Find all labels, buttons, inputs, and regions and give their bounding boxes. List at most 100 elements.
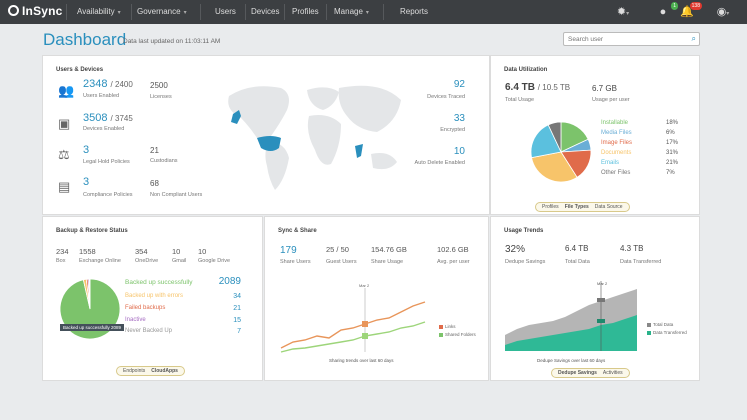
licenses-value: 2500: [150, 81, 168, 90]
tab-endpoints[interactable]: Endpoints: [120, 368, 148, 374]
backup-source-label: Exchange Online: [79, 258, 121, 264]
encrypted-label: Encrypted: [440, 127, 465, 133]
nav-users[interactable]: Users: [215, 7, 236, 16]
notifications-badge: 138: [689, 2, 702, 10]
users-icon: 👥: [58, 83, 75, 98]
nav-divider: [200, 4, 201, 20]
user-avatar-icon[interactable]: ◉▾: [716, 5, 730, 19]
nav-reports[interactable]: Reports: [400, 7, 428, 16]
alerts-icon[interactable]: ● 1: [656, 2, 678, 19]
legal-hold-value: 3: [83, 144, 90, 156]
total-usage-value: 6.4 TB / 10.5 TB: [505, 82, 571, 93]
backup-legend-value: 21: [233, 305, 241, 312]
trend-stat-label: Total Data: [565, 259, 590, 265]
sync-stat-label: Guest Users: [326, 259, 357, 265]
nav-profiles[interactable]: Profiles: [292, 7, 319, 16]
backup-source-value: 354: [135, 247, 148, 256]
settings-gear-icon[interactable]: ✹▾: [616, 5, 630, 19]
usage-per-user-value: 6.7 GB: [592, 84, 617, 93]
file-type-legend-pct: 7%: [666, 170, 675, 176]
backup-legend-label: Backed up successfully: [125, 279, 193, 286]
sync-legend-label: Shared Folders: [445, 332, 476, 337]
trend-stat-value: 4.3 TB: [620, 244, 644, 253]
backup-legend-label: Never Backed Up: [125, 328, 173, 334]
last-updated-text: Data last updated on 11:03:11 AM: [123, 38, 221, 45]
nav-devices[interactable]: Devices: [251, 7, 279, 16]
links-line: [280, 301, 426, 349]
usa-highlight: [257, 136, 281, 151]
links-marker-point: [362, 321, 368, 327]
trend-stat-value: 32%: [505, 244, 526, 255]
auto-delete-value: 10: [453, 146, 465, 157]
logo-icon: [8, 5, 19, 16]
custodians-value: 21: [150, 146, 159, 155]
legend-swatch: [439, 325, 443, 329]
legend-swatch: [647, 331, 651, 335]
custodians-label: Custodians: [150, 158, 178, 164]
panel-title: Usage Trends: [504, 228, 544, 234]
trend-legend-label: Data Transferred: [653, 330, 687, 335]
search-box: ⌕: [563, 32, 700, 46]
compliance-label: Compliance Policies: [83, 192, 133, 198]
backup-restore-panel: Backup & Restore Status Backed up succes…: [42, 216, 263, 381]
tab-profiles[interactable]: Profiles: [539, 204, 562, 210]
shared-folders-line: [280, 321, 426, 353]
data-transferred-marker-point: [597, 319, 605, 323]
file-type-legend-pct: 18%: [666, 120, 679, 126]
legend-swatch: [647, 323, 651, 327]
page-title: Dashboard: [43, 30, 127, 49]
nav-manage[interactable]: Manage ▾: [334, 7, 369, 16]
sync-stat-label: Share Usage: [371, 259, 404, 265]
tab-data-source[interactable]: Data Source: [592, 204, 626, 210]
sync-stat-label: Share Users: [280, 259, 311, 265]
usage-trends-panel: Usage Trends Mar 2 Dedupe Savings over l…: [490, 216, 700, 381]
tab-file-types[interactable]: File Types: [562, 204, 592, 210]
backup-legend-label: Inactive: [125, 317, 146, 323]
dedupe-savings-area-chart: Mar 2: [505, 281, 637, 351]
search-icon[interactable]: ⌕: [692, 34, 696, 44]
backup-source-label: Box: [56, 258, 66, 264]
chart-caption: Dedupe Savings over last 60 days: [537, 358, 606, 363]
data-utilization-panel: Data Utilization 6.4 TB / 10.5 TB Total …: [490, 55, 700, 215]
backup-source-label: OneDrive: [135, 258, 159, 264]
sync-share-panel: Sync & Share Mar 2 Sharing trends over l…: [264, 216, 489, 381]
tab-dedupe-savings[interactable]: Dedupe Savings: [555, 370, 600, 376]
sync-stat-value: 154.76 GB: [371, 245, 407, 254]
data-utilization-tabs: Profiles File Types Data Source: [535, 202, 630, 212]
tab-cloudapps[interactable]: CloudApps: [148, 368, 181, 374]
file-types-pie-chart: [530, 121, 592, 183]
backup-status-pie-chart: [59, 278, 121, 340]
shared-folders-marker-point: [362, 333, 368, 339]
search-input[interactable]: [564, 33, 679, 45]
chart-marker-label: Mar 2: [597, 281, 608, 286]
nav-divider: [66, 4, 67, 20]
total-usage-label: Total Usage: [505, 97, 535, 103]
chart-marker-label: Mar 2: [359, 283, 370, 288]
users-devices-panel: Users & Devices 👥 2348 / 2400 Users Enab…: [42, 55, 490, 215]
nav-availability[interactable]: Availability ▾: [77, 7, 121, 16]
nav-divider: [383, 4, 384, 20]
pie-tooltip: Backed up successfully 2089: [60, 324, 125, 331]
europe-shape: [307, 87, 339, 110]
devices-icon: ▣: [58, 116, 71, 131]
usage-per-user-label: Usage per user: [592, 97, 630, 103]
backup-source-value: 10: [172, 247, 181, 256]
nav-divider: [131, 4, 132, 20]
gavel-icon: ⚖: [58, 147, 70, 162]
tab-activities[interactable]: Activities: [600, 370, 626, 376]
backup-legend-value: 15: [233, 317, 241, 324]
alerts-badge: 1: [671, 2, 678, 10]
file-type-legend-label: Image Files: [601, 140, 633, 146]
users-enabled-value: 2348 / 2400: [83, 78, 133, 90]
file-type-legend-label: Documents: [601, 150, 632, 156]
backup-source-label: Google Drive: [198, 258, 231, 264]
nav-governance[interactable]: Governance ▾: [137, 7, 187, 16]
panel-title: Users & Devices: [56, 67, 104, 73]
file-type-legend-pct: 31%: [666, 150, 679, 156]
brand-logo[interactable]: InSync: [8, 4, 63, 18]
notifications-bell-icon[interactable]: 🔔 138: [680, 2, 702, 19]
backup-source-value: 10: [198, 247, 207, 256]
nav-divider: [245, 4, 246, 20]
chart-caption: Sharing trends over last 60 days: [329, 358, 394, 363]
total-data-marker-point: [597, 298, 605, 302]
